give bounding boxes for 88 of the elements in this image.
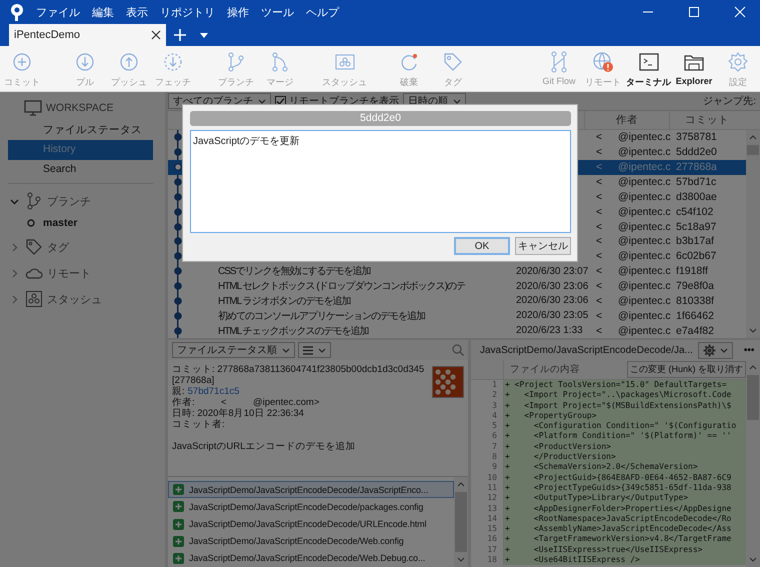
commit-message: CSSでリンクを無効にするデモを追加 (218, 264, 372, 278)
commit-message: HTML チェックボックスのデモを追加 (218, 324, 370, 338)
commit-hash: 5c18a97 (675, 220, 718, 233)
author-cell-text: < (596, 310, 604, 322)
file-path: JavaScriptDemo/JavaScriptEncodeDecode/URLEncode.html (189, 519, 426, 529)
content-label: ファイルの内容 (509, 363, 581, 376)
commit-message: JavaScriptのURLエンコードのデモを追加 (172, 441, 356, 452)
commit-hash: 6c02b67 (675, 250, 718, 262)
file-path: JavaScriptDemo/JavaScriptEncodeDecode/packages.config (189, 502, 424, 512)
author-email: @ipentec.c (618, 176, 672, 188)
commit-info: コミット: 277868a738113604741f23805b00dcb1d3c0d345 (172, 364, 426, 375)
line-number: 5 (491, 421, 498, 432)
author-cell-text: < (596, 294, 604, 307)
line-number: 18 (486, 555, 498, 566)
commit-date: 2020/6/30 23:06 (516, 280, 590, 292)
line-number: 14 (486, 514, 498, 524)
commit-hash: 5ddd2e0 (675, 146, 718, 158)
line-number: 7 (491, 442, 498, 452)
author-cell-text: < (596, 190, 604, 203)
commit-hash: 810338f (675, 294, 715, 307)
commit-message: HTML ラジオボタンのデモを追加 (218, 294, 352, 308)
commit-hash: b3b17af (675, 235, 715, 248)
author-email: @ipentec.c (618, 265, 672, 278)
commit-hash: 1f66462 (675, 310, 715, 322)
line-number: 9 (491, 462, 498, 473)
commit-info: 作者: < @ipentec.com> (172, 397, 320, 408)
author-email: @ipentec.c (618, 206, 672, 218)
line-number: 1 (491, 380, 498, 390)
author-email: @ipentec.c (618, 280, 672, 292)
line-number: 3 (491, 400, 498, 411)
line-number: 15 (486, 524, 498, 534)
author-cell-text: < (596, 206, 604, 218)
author-cell-text: < (596, 146, 604, 158)
commit-message: 初めてのコンソールアプリケーションのデモを追加 (218, 310, 426, 323)
dialog-title: 5ddd2e0 (190, 111, 571, 126)
author-email: @ipentec.c (618, 310, 672, 322)
parent-label: 親: (172, 386, 185, 397)
line-number: 10 (486, 472, 498, 483)
line-number: 8 (491, 452, 498, 462)
author-email: @ipentec.c (618, 161, 672, 174)
commit-hash: 79e8f0a (675, 280, 715, 292)
commit-message: HTML セレクトボックス (ドロップダウンコンボボックス)のテ (218, 280, 466, 294)
author-cell-text: < (596, 235, 604, 248)
file-path: JavaScriptDemo/JavaScriptEncodeDecode/Web.config (189, 536, 404, 546)
commit-hash: f1918ff (675, 265, 709, 278)
commit-hash: 57bd71c (675, 176, 718, 188)
author-cell-text: < (596, 265, 604, 278)
author-email: @ipentec.c (618, 220, 672, 233)
file-path: JavaScriptDemo/JavaScriptEncodeDecode/Ja... (480, 344, 693, 356)
commit-date: 2020/6/23 1:33 (516, 325, 584, 336)
commit-info: [277868a] (172, 375, 216, 386)
file-path: JavaScriptDemo/JavaScriptEncodeDecode/Web.Debug.co... (189, 553, 426, 564)
author-email: @ipentec.c (618, 235, 672, 248)
commit-info: 日時: 2020年8月10日 22:36:34 (172, 408, 305, 419)
line-number: 17 (486, 544, 498, 556)
author-cell-text: < (596, 220, 604, 233)
line-number: 13 (486, 504, 498, 514)
author-email: @ipentec.c (618, 131, 672, 144)
line-number: 11 (486, 482, 498, 494)
author-cell-text: < (596, 161, 604, 174)
line-number: 4 (491, 410, 498, 422)
commit-hash: 3758781 (675, 131, 718, 144)
commit-hash: c54f102 (675, 206, 714, 218)
author-cell-text: < (596, 324, 604, 337)
jump-label: ジャンプ先: (703, 94, 757, 108)
commit-hash: e7a4f82 (675, 324, 715, 337)
author-email: @ipentec.c (618, 146, 672, 158)
author-cell-text: < (596, 280, 604, 292)
author-email: @ipentec.c (618, 250, 672, 262)
author-email: @ipentec.c (618, 324, 672, 337)
commit-date: 2020/6/30 23:05 (516, 310, 590, 322)
line-number: 16 (486, 534, 498, 545)
author-cell-text: < (596, 250, 604, 262)
file-path: JavaScriptDemo/JavaScriptEncodeDecode/JavaScriptEnco... (189, 484, 428, 495)
commit-info: コミット者: (172, 419, 226, 430)
author-email: @ipentec.c (618, 190, 672, 203)
author-email: @ipentec.c (618, 294, 672, 307)
commit-date: 2020/6/30 23:07 (516, 266, 590, 277)
commit-date: 2020/6/30 23:06 (516, 295, 590, 306)
line-number: 6 (491, 431, 498, 442)
author-cell-text: < (596, 176, 604, 188)
commit-hash: d3800ae (675, 190, 718, 203)
line-number: 12 (486, 493, 498, 504)
line-number: 2 (491, 390, 498, 401)
section-heading: WORKSPACE (46, 102, 114, 114)
commit-hash: 277868a (675, 161, 718, 174)
author-cell-text: < (596, 131, 604, 144)
tab-label: iPentecDemo (14, 29, 82, 41)
